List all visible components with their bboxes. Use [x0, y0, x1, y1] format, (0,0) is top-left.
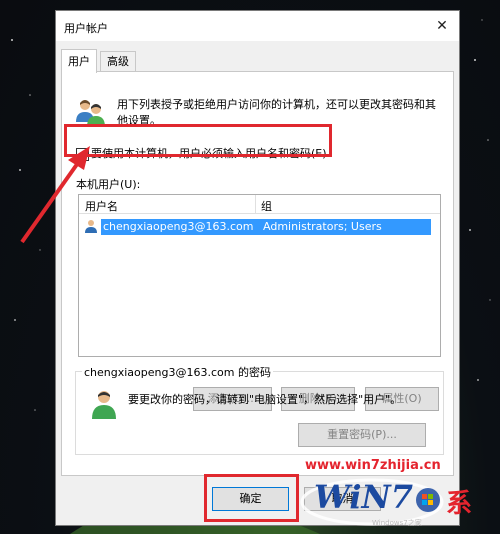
- tab-advanced[interactable]: 高级: [100, 51, 136, 72]
- title-bar: 用户帐户 ✕: [56, 11, 459, 41]
- reset-password-button[interactable]: 重置密码(P)...: [298, 423, 426, 447]
- watermark-logo-text: WiN7: [314, 478, 414, 516]
- local-users-label: 本机用户(U):: [76, 178, 141, 191]
- watermark-url: www.win7zhijia.cn: [305, 458, 441, 473]
- logo-char: 系: [446, 489, 472, 519]
- close-button[interactable]: ✕: [431, 15, 453, 37]
- column-header-group[interactable]: 组: [261, 198, 272, 214]
- user-accounts-dialog: 用户帐户 ✕ 用户 高级 用下列表授予或拒绝用户访问你的计算机，还可以更改其密码…: [55, 10, 460, 526]
- ok-button[interactable]: 确定: [212, 487, 289, 511]
- listview-header: 用户名 组: [79, 195, 440, 214]
- users-listview[interactable]: 用户名 组 chengxiaopeng3@163.com Administrat…: [78, 194, 441, 357]
- column-header-username[interactable]: 用户名: [85, 198, 118, 214]
- user-icon: [92, 391, 116, 419]
- user-row-icon: [85, 220, 97, 233]
- column-separator: [255, 195, 256, 213]
- table-row[interactable]: chengxiaopeng3@163.com Administrators; U…: [81, 219, 431, 235]
- tab-users[interactable]: 用户: [61, 49, 97, 73]
- require-login-checkbox[interactable]: [76, 148, 89, 161]
- watermark-subtext: Windows7之家: [372, 519, 422, 527]
- require-login-label[interactable]: 要使用本计算机，用户必须输入用户名和密码(E): [91, 145, 327, 161]
- user-group-cell: Administrators; Users: [259, 219, 431, 235]
- user-name-cell: chengxiaopeng3@163.com: [101, 219, 259, 235]
- description-text: 用下列表授予或拒绝用户访问你的计算机，还可以更改其密码和其他设置。: [117, 98, 436, 127]
- window-title: 用户帐户: [64, 22, 108, 35]
- password-group-title: chengxiaopeng3@163.com 的密码: [82, 364, 273, 380]
- users-icon: [76, 100, 105, 127]
- password-change-text: 要更改你的密码，请转到"电脑设置"，然后选择"用户"。: [128, 393, 402, 406]
